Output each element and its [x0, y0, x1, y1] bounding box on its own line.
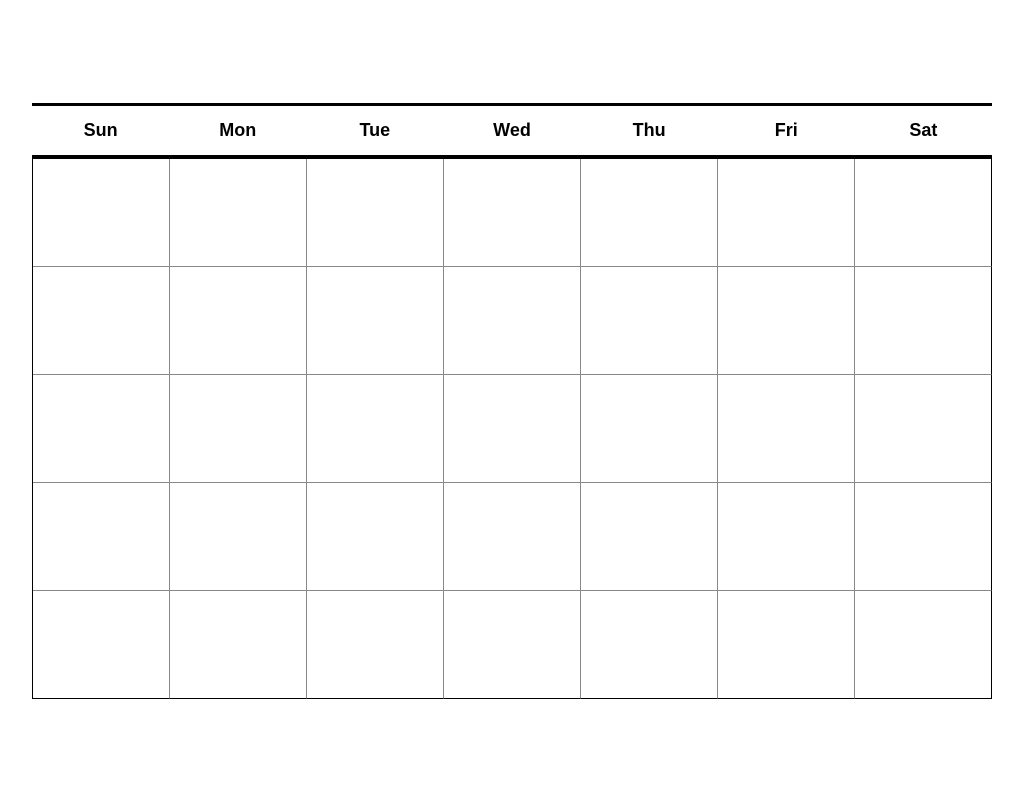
calendar-cell[interactable]: [444, 591, 581, 699]
calendar-cell[interactable]: [307, 375, 444, 483]
calendar-cell[interactable]: [444, 159, 581, 267]
calendar-cell[interactable]: [33, 591, 170, 699]
calendar-cell[interactable]: [307, 159, 444, 267]
calendar-cell[interactable]: [444, 375, 581, 483]
day-header-sat: Sat: [855, 114, 992, 147]
calendar-cell[interactable]: [581, 375, 718, 483]
calendar-cell[interactable]: [170, 267, 307, 375]
calendar-cell[interactable]: [855, 591, 992, 699]
calendar-cell[interactable]: [581, 483, 718, 591]
calendar-cell[interactable]: [855, 267, 992, 375]
calendar-cell[interactable]: [855, 483, 992, 591]
calendar-cell[interactable]: [307, 483, 444, 591]
calendar-cell[interactable]: [718, 483, 855, 591]
calendar-cell[interactable]: [33, 159, 170, 267]
calendar-cell[interactable]: [307, 591, 444, 699]
calendar-cell[interactable]: [170, 159, 307, 267]
day-header-thu: Thu: [581, 114, 718, 147]
calendar-cell[interactable]: [581, 591, 718, 699]
calendar-cell[interactable]: [581, 267, 718, 375]
day-header-sun: Sun: [32, 114, 169, 147]
day-header-tue: Tue: [306, 114, 443, 147]
calendar-cell[interactable]: [855, 375, 992, 483]
calendar-cell[interactable]: [718, 267, 855, 375]
calendar-cell[interactable]: [718, 375, 855, 483]
day-header-wed: Wed: [443, 114, 580, 147]
calendar-cell[interactable]: [307, 267, 444, 375]
calendar-container: Sun Mon Tue Wed Thu Fri Sat: [32, 103, 992, 699]
calendar-cell[interactable]: [718, 591, 855, 699]
day-header-fri: Fri: [718, 114, 855, 147]
calendar-cell[interactable]: [170, 375, 307, 483]
calendar-cell[interactable]: [33, 375, 170, 483]
calendar-cell[interactable]: [855, 159, 992, 267]
calendar-cell[interactable]: [444, 483, 581, 591]
calendar-cell[interactable]: [718, 159, 855, 267]
day-header-mon: Mon: [169, 114, 306, 147]
calendar-cell[interactable]: [444, 267, 581, 375]
calendar-cell[interactable]: [33, 483, 170, 591]
calendar-cell[interactable]: [33, 267, 170, 375]
calendar-cell[interactable]: [581, 159, 718, 267]
calendar-header: Sun Mon Tue Wed Thu Fri Sat: [32, 103, 992, 158]
calendar-grid: [32, 158, 992, 699]
calendar-cell[interactable]: [170, 483, 307, 591]
calendar-cell[interactable]: [170, 591, 307, 699]
